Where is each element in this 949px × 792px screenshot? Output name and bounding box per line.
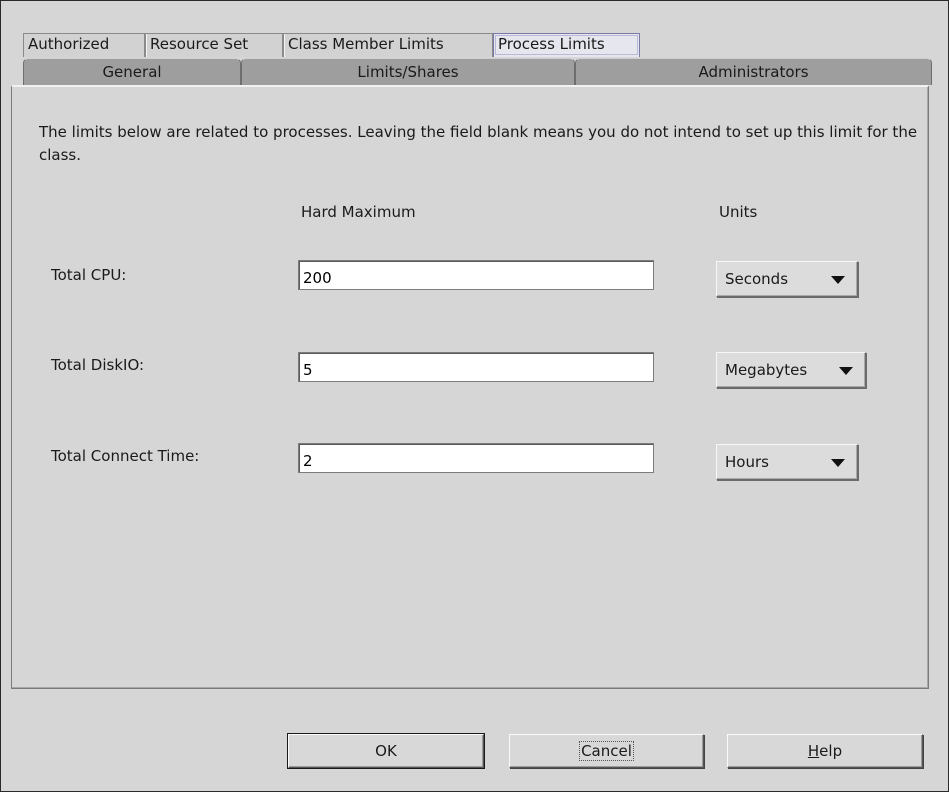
total-diskio-units-select[interactable]: Megabytes: [716, 352, 866, 388]
tab-process-limits-label: Process Limits: [498, 35, 605, 53]
help-button[interactable]: Help: [727, 734, 923, 768]
total-diskio-label: Total DiskIO:: [51, 356, 145, 374]
cancel-button-label: Cancel: [579, 741, 634, 761]
chevron-down-icon: [831, 459, 845, 467]
total-connect-time-units-select[interactable]: Hours: [716, 444, 858, 480]
total-diskio-units-value: Megabytes: [725, 361, 808, 379]
tab-resource-set[interactable]: Resource Set: [145, 33, 283, 57]
panel-description: The limits below are related to processe…: [39, 123, 918, 164]
chevron-down-icon: [839, 367, 853, 375]
tab-administrators-label: Administrators: [698, 63, 809, 81]
ok-button-label: OK: [375, 742, 397, 760]
dialog-window: Authorized Resource Set Class Member Lim…: [0, 0, 949, 792]
column-header-units: Units: [719, 203, 758, 221]
column-header-hard-maximum: Hard Maximum: [301, 203, 416, 221]
help-button-label-rest: elp: [819, 742, 843, 760]
total-connect-time-units-value: Hours: [725, 453, 769, 471]
tab-authorized-label: Authorized: [28, 35, 110, 53]
tab-limits-shares-label: Limits/Shares: [357, 63, 459, 81]
help-button-mnemonic: H: [807, 742, 820, 760]
chevron-down-icon: [831, 276, 845, 284]
tab-general[interactable]: General: [23, 58, 241, 85]
total-diskio-input[interactable]: [298, 352, 654, 382]
total-connect-time-input[interactable]: [298, 443, 654, 473]
tab-limits-shares[interactable]: Limits/Shares: [241, 58, 575, 85]
tab-class-member-limits-label: Class Member Limits: [288, 35, 444, 53]
total-cpu-label: Total CPU:: [51, 266, 127, 284]
tab-authorized[interactable]: Authorized: [23, 33, 145, 57]
total-cpu-units-value: Seconds: [725, 270, 789, 288]
tab-resource-set-label: Resource Set: [150, 35, 249, 53]
total-cpu-units-select[interactable]: Seconds: [716, 261, 858, 297]
total-connect-time-label: Total Connect Time:: [51, 447, 200, 465]
tab-class-member-limits[interactable]: Class Member Limits: [283, 33, 493, 57]
ok-button[interactable]: OK: [287, 733, 485, 769]
total-cpu-input[interactable]: [298, 260, 654, 290]
tab-administrators[interactable]: Administrators: [575, 58, 932, 85]
tab-general-label: General: [102, 63, 162, 81]
tab-process-limits[interactable]: Process Limits: [493, 33, 640, 57]
cancel-button[interactable]: Cancel: [509, 734, 704, 768]
